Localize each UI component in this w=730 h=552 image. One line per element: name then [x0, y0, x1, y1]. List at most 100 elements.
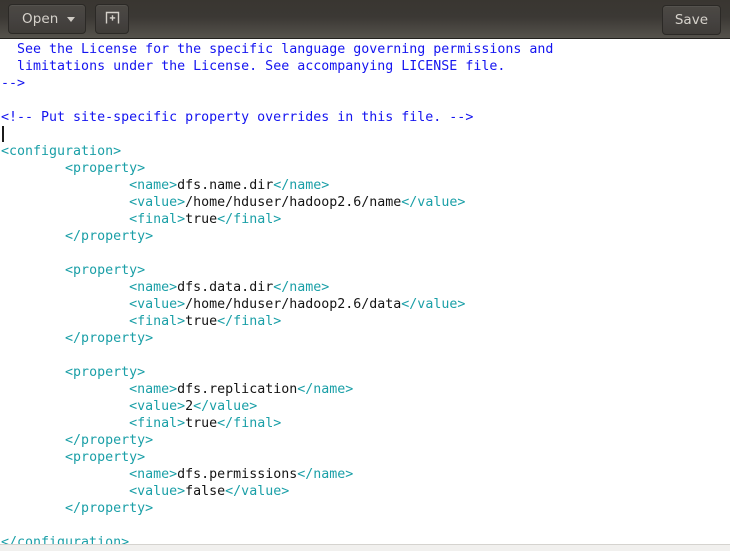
code-line[interactable]: ​ [1, 517, 730, 534]
xml-text-value: /home/hduser/hadoop2.6/data [185, 297, 402, 312]
xml-tag: </final> [217, 416, 282, 431]
xml-tag: <value> [129, 195, 186, 210]
chevron-down-icon [67, 16, 76, 22]
xml-text-value: true [185, 416, 218, 431]
xml-tag: </value> [225, 484, 290, 499]
code-line[interactable]: <name>dfs.replication</name> [1, 381, 730, 398]
code-line[interactable]: ​ [1, 126, 730, 143]
xml-tag: <configuration> [1, 144, 122, 159]
code-line[interactable]: See the License for the specific languag… [1, 41, 730, 58]
editor-area[interactable]: See the License for the specific languag… [0, 39, 730, 551]
xml-tag: </name> [297, 467, 354, 482]
code-line[interactable]: --> [1, 75, 730, 92]
xml-tag: <value> [129, 399, 186, 414]
xml-tag: </name> [273, 280, 330, 295]
xml-tag: </value> [401, 195, 466, 210]
code-line[interactable]: <value>/home/hduser/hadoop2.6/data</valu… [1, 296, 730, 313]
xml-tag: <name> [129, 178, 178, 193]
code-line[interactable]: <value>false</value> [1, 483, 730, 500]
code-line[interactable]: ​ [1, 245, 730, 262]
xml-tag: <property> [65, 263, 146, 278]
code-line[interactable]: ​ [1, 347, 730, 364]
xml-text-value: true [185, 212, 218, 227]
toolbar: Open Save [0, 0, 730, 39]
xml-tag: <value> [129, 484, 186, 499]
code-line[interactable]: <name>dfs.name.dir</name> [1, 177, 730, 194]
xml-text-value: dfs.name.dir [177, 178, 274, 193]
code-line[interactable]: </property> [1, 330, 730, 347]
xml-comment: limitations under the License. See accom… [17, 59, 506, 74]
code-line[interactable]: </property> [1, 228, 730, 245]
code-line[interactable]: <value>2</value> [1, 398, 730, 415]
xml-comment: --> [1, 76, 26, 91]
code-line[interactable]: <!-- Put site-specific property override… [1, 109, 730, 126]
code-line[interactable]: limitations under the License. See accom… [1, 58, 730, 75]
code-line[interactable]: <property> [1, 160, 730, 177]
status-strip [0, 544, 730, 551]
xml-text-value: dfs.replication [177, 382, 298, 397]
code-line[interactable]: </property> [1, 500, 730, 517]
code-line[interactable]: <property> [1, 262, 730, 279]
xml-text-value: false [185, 484, 226, 499]
xml-text-value: dfs.permissions [177, 467, 298, 482]
xml-tag: <name> [129, 382, 178, 397]
xml-tag: <property> [65, 161, 146, 176]
xml-tag: </final> [217, 314, 282, 329]
xml-text-value: dfs.data.dir [177, 280, 274, 295]
xml-tag: <name> [129, 467, 178, 482]
code-line[interactable]: <final>true</final> [1, 415, 730, 432]
code-line[interactable]: <configuration> [1, 143, 730, 160]
xml-tag: </property> [65, 433, 154, 448]
xml-comment: <!-- Put site-specific property override… [1, 110, 474, 125]
xml-tag: <property> [65, 450, 146, 465]
code-line[interactable]: <property> [1, 449, 730, 466]
xml-tag: </value> [401, 297, 466, 312]
xml-text-value: true [185, 314, 218, 329]
open-button-label: Open [22, 11, 59, 27]
xml-tag: </property> [65, 501, 154, 516]
xml-tag: <property> [65, 365, 146, 380]
new-document-icon [104, 9, 121, 30]
code-line[interactable]: <name>dfs.data.dir</name> [1, 279, 730, 296]
xml-tag: </final> [217, 212, 282, 227]
xml-tag: <final> [129, 212, 186, 227]
code-line[interactable]: <name>dfs.permissions</name> [1, 466, 730, 483]
xml-tag: </value> [193, 399, 258, 414]
xml-tag: <value> [129, 297, 186, 312]
xml-tag: <final> [129, 314, 186, 329]
open-button[interactable]: Open [8, 4, 87, 34]
code-line[interactable]: <final>true</final> [1, 211, 730, 228]
code-line[interactable]: ​ [1, 92, 730, 109]
xml-text-value: 2 [185, 399, 194, 414]
code-line[interactable]: <value>/home/hduser/hadoop2.6/name</valu… [1, 194, 730, 211]
xml-tag: </name> [273, 178, 330, 193]
xml-tag: </property> [65, 229, 154, 244]
new-document-button[interactable] [95, 4, 130, 34]
code-line[interactable]: </property> [1, 432, 730, 449]
xml-tag: </property> [65, 331, 154, 346]
code-content[interactable]: See the License for the specific languag… [0, 41, 730, 551]
code-line[interactable]: <final>true</final> [1, 313, 730, 330]
xml-comment: See the License for the specific languag… [17, 42, 554, 57]
code-line[interactable]: <property> [1, 364, 730, 381]
xml-text-value: /home/hduser/hadoop2.6/name [185, 195, 402, 210]
xml-tag: </name> [297, 382, 354, 397]
save-button[interactable]: Save [661, 5, 721, 35]
xml-tag: <final> [129, 416, 186, 431]
